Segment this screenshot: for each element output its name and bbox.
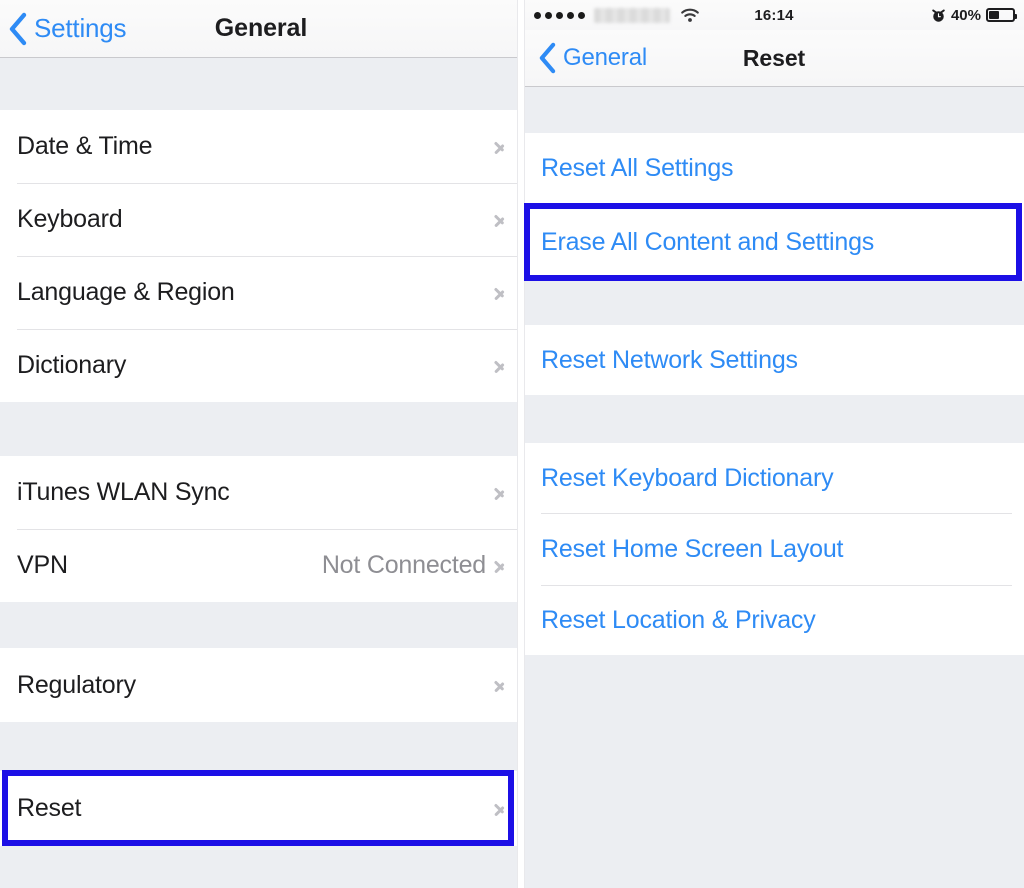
alarm-clock-icon: [932, 9, 945, 22]
status-bar-right: 40%: [931, 6, 1017, 24]
row-label: Reset Keyboard Dictionary: [541, 463, 834, 492]
general-nav-bar: Settings General: [0, 0, 518, 58]
row-label: Language & Region: [17, 278, 235, 306]
reset-nav-bar: General Reset: [524, 30, 1024, 87]
row-label: Reset Home Screen Layout: [541, 534, 844, 563]
row-keyboard[interactable]: Keyboard: [0, 183, 518, 256]
row-label: Erase All Content and Settings: [541, 228, 875, 256]
bottom-empty-area: [524, 655, 1024, 888]
panel-edge-right: [524, 0, 525, 888]
back-to-settings-button[interactable]: Settings: [8, 12, 127, 46]
section-gap: [0, 846, 518, 888]
section-gap: [524, 87, 1024, 133]
back-button-label: General: [563, 44, 647, 71]
vpn-status-value: Not Connected: [321, 551, 486, 579]
chevron-right-icon: [494, 356, 505, 375]
chevron-right-icon: [494, 210, 505, 229]
row-vpn[interactable]: VPN Not Connected: [0, 529, 518, 602]
row-reset-network-settings[interactable]: Reset Network Settings: [524, 325, 1024, 395]
row-reset-home-screen-layout[interactable]: Reset Home Screen Layout: [524, 513, 1024, 585]
reset-group-3: Reset Keyboard Dictionary Reset Home Scr…: [524, 443, 1024, 655]
row-reset-location-and-privacy[interactable]: Reset Location & Privacy: [524, 585, 1024, 655]
chevron-left-icon: [9, 12, 27, 45]
battery-icon: [986, 8, 1017, 22]
row-dictionary[interactable]: Dictionary: [0, 329, 518, 402]
general-group-3: Regulatory: [0, 648, 518, 722]
row-language-and-region[interactable]: Language & Region: [0, 256, 518, 329]
chevron-right-icon: [494, 676, 505, 695]
general-group-2: iTunes WLAN Sync VPN Not Connected: [0, 456, 518, 602]
row-regulatory[interactable]: Regulatory: [0, 648, 518, 722]
section-gap: [0, 402, 518, 456]
row-date-and-time[interactable]: Date & Time: [0, 110, 518, 183]
chevron-right-icon: [494, 283, 505, 302]
row-erase-all-content-and-settings[interactable]: Erase All Content and Settings: [524, 204, 1024, 281]
reset-group-2: Reset Network Settings: [524, 325, 1024, 395]
reset-group-1: Reset All Settings Erase All Content and…: [524, 133, 1024, 281]
general-settings-list: Date & Time Keyboard Language & Region D…: [0, 58, 518, 888]
section-gap: [524, 395, 1024, 443]
row-label: Keyboard: [17, 205, 123, 233]
row-label: Date & Time: [17, 132, 153, 160]
section-gap: [0, 58, 518, 110]
row-label: Dictionary: [17, 351, 127, 379]
settings-reset-panel: 16:14 40% General Reset Reset All Settin…: [524, 0, 1024, 888]
row-itunes-wlan-sync[interactable]: iTunes WLAN Sync: [0, 456, 518, 529]
back-to-general-button[interactable]: General: [538, 42, 647, 74]
row-reset[interactable]: Reset: [0, 771, 518, 846]
general-group-1: Date & Time Keyboard Language & Region D…: [0, 110, 518, 402]
general-group-4: Reset: [0, 771, 518, 846]
row-label: Regulatory: [17, 670, 136, 699]
row-label: VPN: [17, 551, 68, 579]
reset-options-list: Reset All Settings Erase All Content and…: [524, 87, 1024, 888]
row-label: iTunes WLAN Sync: [17, 478, 230, 506]
chevron-right-icon: [494, 799, 505, 818]
status-bar: 16:14 40%: [524, 0, 1024, 30]
back-button-label: Settings: [34, 13, 127, 43]
row-label: Reset Network Settings: [541, 345, 798, 374]
section-gap: [0, 602, 518, 648]
screenshot-stage: Settings General Date & Time Keyboard La…: [0, 0, 1024, 888]
panel-edge-left: [517, 0, 518, 888]
chevron-right-icon: [494, 556, 505, 575]
row-label: Reset: [17, 794, 82, 822]
chevron-right-icon: [494, 137, 505, 156]
chevron-left-icon: [539, 42, 556, 74]
row-reset-all-settings[interactable]: Reset All Settings: [524, 133, 1024, 204]
chevron-right-icon: [494, 483, 505, 502]
section-gap: [524, 281, 1024, 325]
row-label: Reset All Settings: [541, 154, 734, 182]
row-label: Reset Location & Privacy: [541, 605, 816, 634]
row-reset-keyboard-dictionary[interactable]: Reset Keyboard Dictionary: [524, 443, 1024, 513]
battery-percentage: 40%: [950, 6, 981, 24]
settings-general-panel: Settings General Date & Time Keyboard La…: [0, 0, 518, 888]
section-gap: [0, 722, 518, 771]
